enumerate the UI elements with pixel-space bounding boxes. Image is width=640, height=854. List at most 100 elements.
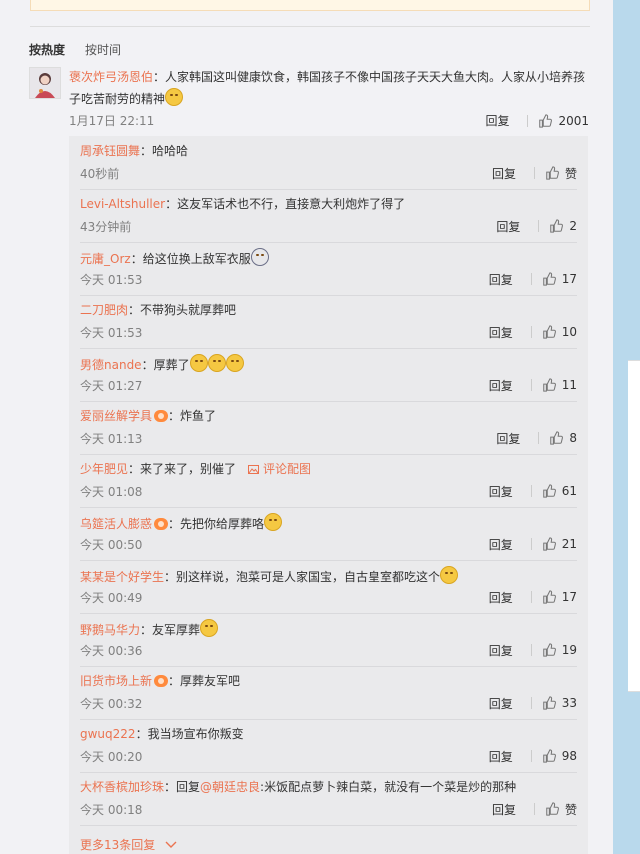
reply-button[interactable]: 回复 <box>489 589 513 606</box>
reply-actions: 回复 赞 <box>492 801 577 818</box>
like-icon[interactable] <box>549 219 564 233</box>
like-count: 赞 <box>564 166 577 181</box>
comment-image-label: 评论配图 <box>263 462 312 476</box>
reply-text: ：给这位换上敌军衣服 <box>130 252 251 266</box>
divider <box>538 432 540 444</box>
reply-username[interactable]: 某某是个好学生 <box>80 570 164 584</box>
reply-username[interactable]: 男德nande <box>80 358 142 372</box>
reply-button[interactable]: 回复 <box>489 642 513 659</box>
reply-username[interactable]: 野鹅马华力 <box>80 623 140 637</box>
like-count: 17 <box>561 272 577 286</box>
reply-time: 今天 00:49 <box>80 590 143 605</box>
reply-time: 今天 01:27 <box>80 378 143 393</box>
reply-text: ：不带狗头就厚葬吧 <box>128 303 237 317</box>
reply-item: 乌筵活人膨惑 ：先把你给厚葬咯 今天 00:50 回复 21 <box>80 507 577 561</box>
reply-actions: 回复 61 <box>489 483 577 500</box>
reply-item: Levi-Altshuller：这友军话术也不行，直接意大利炮炸了得了 43分钟前… <box>80 189 577 243</box>
comment-username[interactable]: 褒次炸弓汤恩伯 <box>69 70 153 84</box>
like-icon[interactable] <box>542 643 556 657</box>
like-icon[interactable] <box>545 166 559 180</box>
emoji-icon <box>440 566 459 584</box>
like-icon[interactable] <box>545 802 559 816</box>
reply-time: 今天 00:36 <box>80 643 143 658</box>
reply-button[interactable]: 回复 <box>496 218 520 235</box>
reply-button[interactable]: 回复 <box>485 110 509 132</box>
like-icon[interactable] <box>542 590 556 604</box>
reply-item: 大杯香槟加珍珠：回复@朝廷忠良:米饭配点萝卜辣白菜，就没有一个菜是炒的那种 今天 … <box>80 772 577 826</box>
like-icon[interactable] <box>538 114 553 128</box>
side-panel <box>628 360 640 692</box>
divider <box>30 26 590 27</box>
like-icon[interactable] <box>542 749 556 763</box>
avatar[interactable] <box>29 67 61 99</box>
reply-button[interactable]: 回复 <box>489 271 513 288</box>
reply-username[interactable]: 少年肥见 <box>80 462 128 476</box>
reply-button[interactable]: 回复 <box>496 430 520 447</box>
tab-time[interactable]: 按时间 <box>85 41 121 58</box>
smile-emoji-icon <box>165 88 184 106</box>
reply-username[interactable]: 二刀肥肉 <box>80 303 128 317</box>
reply-actions: 回复 8 <box>496 430 577 447</box>
reply-text: ：哈哈哈 <box>140 144 189 158</box>
like-icon[interactable] <box>542 325 556 339</box>
like-icon[interactable] <box>549 431 564 445</box>
reply-actions: 回复 10 <box>489 324 577 341</box>
reply-username[interactable]: 乌筵活人膨惑 <box>80 517 152 531</box>
tab-hot[interactable]: 按热度 <box>29 41 65 58</box>
reply-text: ：炸鱼了 <box>168 409 217 423</box>
like-icon[interactable] <box>542 696 556 710</box>
like-count: 11 <box>561 378 577 392</box>
reply-time: 今天 01:53 <box>80 325 143 340</box>
divider <box>530 697 532 709</box>
reply-actions: 回复 33 <box>489 695 577 712</box>
like-icon[interactable] <box>542 484 556 498</box>
reply-actions: 回复 98 <box>489 748 577 765</box>
divider <box>530 273 532 285</box>
divider <box>530 644 532 656</box>
reply-text: ：这友军话术也不行，直接意大利炮炸了得了 <box>165 197 406 211</box>
reply-actions: 回复 21 <box>489 536 577 553</box>
like-icon[interactable] <box>542 378 556 392</box>
like-icon[interactable] <box>542 272 556 286</box>
reply-button[interactable]: 回复 <box>489 536 513 553</box>
reply-button[interactable]: 回复 <box>492 801 516 818</box>
reply-button[interactable]: 回复 <box>489 748 513 765</box>
replies-list: 更多13条回复 周承钰圆舞：哈哈哈 40秒前 回复赞 Levi-Altshuller：… <box>69 136 588 854</box>
reply-username[interactable]: 大杯香槟加珍珠 <box>80 780 164 794</box>
reply-button[interactable]: 回复 <box>489 695 513 712</box>
more-replies-link[interactable]: 更多13条回复 <box>80 836 177 853</box>
reply-actions: 回复 2 <box>496 218 577 235</box>
comment-image-link[interactable]: 评论配图 <box>248 462 311 476</box>
reply-time: 43分钟前 <box>80 219 132 234</box>
reply-button[interactable]: 回复 <box>489 324 513 341</box>
reply-button[interactable]: 回复 <box>489 377 513 394</box>
reply-text: ：别这样说，泡菜可是人家国宝，自古皇室都吃这个 <box>164 570 441 584</box>
reply-item: 旧货市场上新 ：厚葬友军吧 今天 00:32 回复 33 <box>80 666 577 720</box>
reply-item: 元庸_Orz：给这位换上敌军衣服 今天 01:53 回复 17 <box>80 242 577 296</box>
reply-time: 今天 00:20 <box>80 749 143 764</box>
like-count: 33 <box>561 696 577 710</box>
vip-badge-icon <box>154 410 169 422</box>
emoji-icon <box>264 513 283 531</box>
reply-username[interactable]: 旧货市场上新 <box>80 674 152 688</box>
like-count: 98 <box>561 749 577 763</box>
mention-link[interactable]: @朝廷忠良 <box>200 780 260 794</box>
like-count: 19 <box>561 643 577 657</box>
reply-item: 二刀肥肉：不带狗头就厚葬吧今天 01:53 回复 10 <box>80 295 577 349</box>
reply-text: ：厚葬了 <box>141 358 190 372</box>
reply-item: 野鹅马华力：友军厚葬 今天 00:36 回复 19 <box>80 613 577 667</box>
divider <box>530 591 532 603</box>
like-count: 17 <box>561 590 577 604</box>
reply-button[interactable]: 回复 <box>489 483 513 500</box>
reply-username[interactable]: Levi-Altshuller <box>80 197 165 211</box>
reply-username[interactable]: gwuq222 <box>80 727 136 741</box>
reply-actions: 回复 赞 <box>492 165 577 182</box>
reply-button[interactable]: 回复 <box>492 165 516 182</box>
reply-text: ：回复 <box>164 780 201 794</box>
reply-username[interactable]: 元庸_Orz <box>80 252 131 266</box>
reply-item: 某某是个好学生：别这样说，泡菜可是人家国宝，自古皇室都吃这个今天 00:49 回复… <box>80 560 577 614</box>
reply-username[interactable]: 周承钰圆舞 <box>80 144 140 158</box>
reply-username[interactable]: 爱丽丝解学具 <box>80 409 152 423</box>
reply-item: gwuq222：我当场宣布你叛变 今天 00:20 回复 98 <box>80 719 577 773</box>
like-icon[interactable] <box>542 537 556 551</box>
